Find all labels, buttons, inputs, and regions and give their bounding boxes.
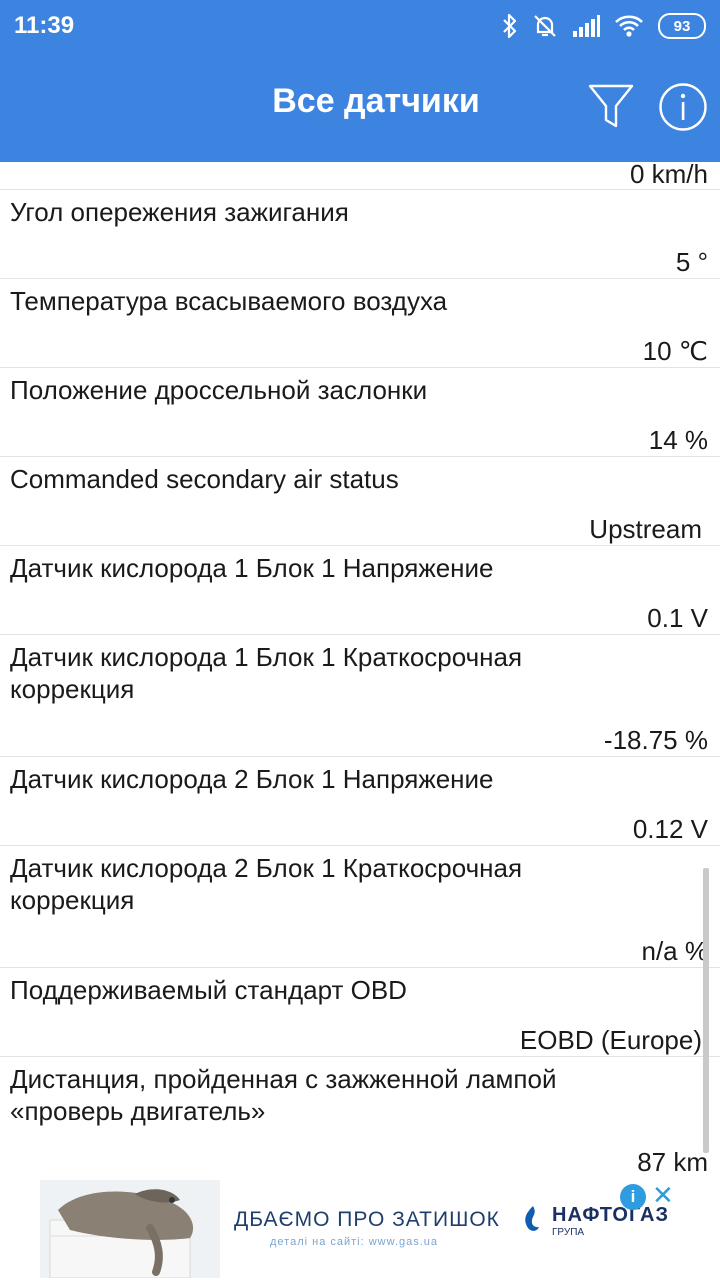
status-bar: 11:39 93	[0, 0, 720, 52]
sensor-label: Дистанция, пройденная с зажженной лампой…	[10, 1064, 557, 1126]
list-item[interactable]: Угол опережения зажигания 5 °	[0, 190, 720, 279]
list-item[interactable]: Датчик кислорода 1 Блок 1 Краткосрочная …	[0, 635, 720, 757]
status-icons: 93	[502, 12, 706, 40]
sensor-label: Датчик кислорода 2 Блок 1 Краткосрочная …	[10, 853, 523, 915]
list-item[interactable]: Датчик кислорода 2 Блок 1 Напряжение 0.1…	[0, 757, 720, 846]
list-item[interactable]: Поддерживаемый стандарт OBD EOBD (Europe…	[0, 968, 720, 1057]
ad-close-icon[interactable]: ✕	[652, 1180, 676, 1210]
filter-icon[interactable]	[588, 82, 634, 130]
sensor-value: 0.1 V	[647, 603, 708, 633]
scrollbar[interactable]	[703, 868, 709, 1153]
sensor-label: Датчик кислорода 2 Блок 1 Напряжение	[10, 764, 494, 794]
ad-brand-sub: ГРУПА	[552, 1227, 585, 1238]
list-item[interactable]: Температура всасываемого воздуха 10 ℃	[0, 279, 720, 368]
bluetooth-icon	[503, 13, 517, 39]
sensor-label: Commanded secondary air status	[10, 464, 399, 494]
list-item[interactable]: 0 km/h	[0, 162, 720, 190]
sensor-list[interactable]: 0 km/h Угол опережения зажигания 5 ° Тем…	[0, 162, 720, 1178]
status-time: 11:39	[14, 12, 75, 39]
sensor-label: Поддерживаемый стандарт OBD	[10, 975, 407, 1005]
list-item[interactable]: Дистанция, пройденная с зажженной лампой…	[0, 1057, 720, 1178]
sensor-label: Датчик кислорода 1 Блок 1 Краткосрочная …	[10, 642, 523, 704]
list-item[interactable]: Датчик кислорода 1 Блок 1 Напряжение 0.1…	[0, 546, 720, 635]
sensor-label: Угол опережения зажигания	[10, 197, 349, 227]
sensor-label: Температура всасываемого воздуха	[10, 286, 448, 316]
app-header: 11:39 93 Все датчики	[0, 0, 720, 162]
sensor-label: Датчик кислорода 1 Блок 1 Напряжение	[10, 553, 494, 583]
ad-banner[interactable]: ДБАЄМО ПРО ЗАТИШОК деталі на сайті: www.…	[0, 1178, 720, 1280]
sensor-value: 10 ℃	[642, 336, 708, 366]
ad-subline: деталі на сайті: www.gas.ua	[270, 1236, 439, 1248]
sensor-value: 0 km/h	[629, 162, 708, 189]
ad-info-icon[interactable]: i	[620, 1184, 646, 1210]
sensor-label: Положение дроссельной заслонки	[10, 375, 428, 405]
sensor-value: -18.75 %	[603, 725, 708, 755]
sensor-value: EOBD (Europe)	[519, 1025, 702, 1055]
list-item[interactable]: Датчик кислорода 2 Блок 1 Краткосрочная …	[0, 846, 720, 968]
wifi-icon	[615, 15, 643, 37]
sensor-value: 0.12 V	[632, 814, 708, 844]
sensor-value: Upstream	[589, 514, 702, 544]
ad-headline: ДБАЄМО ПРО ЗАТИШОК	[234, 1208, 500, 1231]
battery-icon: 93	[658, 13, 706, 39]
sensor-value: 5 °	[675, 247, 708, 277]
list-item[interactable]: Commanded secondary air status Upstream	[0, 457, 720, 546]
signal-icon	[573, 15, 600, 37]
info-icon[interactable]	[658, 82, 708, 132]
list-item[interactable]: Положение дроссельной заслонки 14 %	[0, 368, 720, 457]
sensor-value: 14 %	[648, 425, 708, 455]
naftogaz-logo-icon	[525, 1206, 539, 1231]
alarm-off-icon	[534, 15, 556, 37]
ad-photo-cat-icon	[40, 1180, 220, 1278]
